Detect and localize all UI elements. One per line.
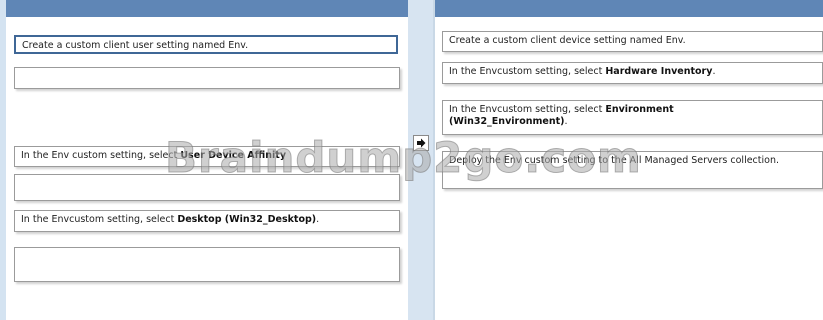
left-item-5[interactable]: In the Envcustom setting, select Desktop…	[14, 210, 400, 232]
left-panel-header	[6, 0, 408, 17]
left-item-5-text: In the Envcustom setting, select	[21, 214, 178, 225]
right-item-2-bold: Hardware Inventory	[605, 66, 713, 77]
right-item-4-text: Deploy the Env custom setting to the All…	[449, 155, 779, 166]
left-item-5-suffix: .	[316, 214, 320, 225]
right-item-3-text: In the Envcustom setting, select	[449, 104, 606, 115]
move-right-button[interactable]	[413, 135, 429, 151]
right-item-1-text: Create a custom client device setting na…	[449, 35, 686, 46]
left-item-3-bold: User Device Affinity	[180, 150, 287, 161]
right-panel-header	[435, 0, 823, 17]
right-item-4[interactable]: Deploy the Env custom setting to the All…	[442, 151, 823, 189]
right-arrow-icon	[417, 138, 426, 148]
left-item-3-text: In the Env custom setting, select	[21, 150, 181, 161]
right-item-2-suffix: .	[712, 66, 716, 77]
left-item-2[interactable]	[14, 67, 400, 89]
panel-divider	[408, 0, 433, 320]
left-item-4[interactable]	[14, 174, 400, 201]
right-item-3[interactable]: In the Envcustom setting, select Environ…	[442, 100, 823, 135]
right-item-1[interactable]: Create a custom client device setting na…	[442, 31, 823, 52]
left-item-3[interactable]: In the Env custom setting, select User D…	[14, 146, 400, 167]
left-item-6[interactable]	[14, 247, 400, 282]
right-item-2-text: In the Envcustom setting, select	[449, 66, 606, 77]
right-item-3-suffix: .	[564, 116, 568, 127]
left-item-5-bold: Desktop (Win32_Desktop)	[177, 214, 317, 225]
left-item-1-text: Create a custom client user setting name…	[22, 40, 249, 51]
left-item-1[interactable]: Create a custom client user setting name…	[14, 35, 398, 54]
right-item-2[interactable]: In the Envcustom setting, select Hardwar…	[442, 62, 823, 84]
